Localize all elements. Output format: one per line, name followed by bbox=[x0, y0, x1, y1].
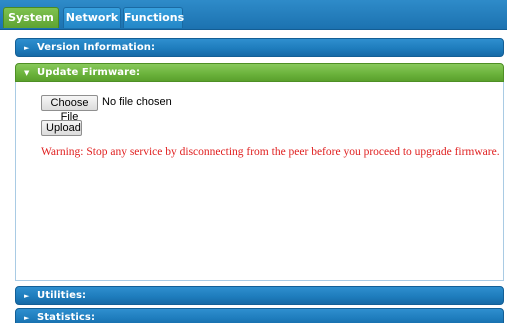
tab-network[interactable]: Network bbox=[63, 7, 121, 28]
section-update-firmware[interactable]: ▼ Update Firmware: bbox=[15, 63, 504, 82]
choose-file-button[interactable]: Choose File bbox=[41, 95, 98, 123]
section-version-title: Version Information: bbox=[37, 42, 156, 53]
upload-button[interactable]: Upload bbox=[41, 120, 82, 136]
section-statistics-title: Statistics: bbox=[37, 312, 96, 323]
app-window: System Network Functions ► Version Inform… bbox=[0, 0, 507, 323]
update-firmware-panel: Choose File No file chosen Upload Warnin… bbox=[15, 82, 504, 281]
file-status-text: No file chosen bbox=[102, 96, 172, 108]
chevron-right-icon: ► bbox=[24, 292, 30, 300]
section-utilities[interactable]: ► Utilities: bbox=[15, 286, 504, 305]
tab-system[interactable]: System bbox=[3, 7, 59, 28]
section-utilities-title: Utilities: bbox=[37, 290, 87, 301]
chevron-right-icon: ► bbox=[24, 314, 30, 322]
warning-message: Warning: Stop any service by disconnecti… bbox=[41, 146, 500, 158]
section-version-information[interactable]: ► Version Information: bbox=[15, 38, 504, 57]
tab-functions[interactable]: Functions bbox=[123, 7, 184, 28]
section-statistics[interactable]: ► Statistics: bbox=[15, 308, 504, 323]
chevron-right-icon: ► bbox=[24, 44, 30, 52]
chevron-down-icon: ▼ bbox=[24, 69, 30, 77]
section-firmware-title: Update Firmware: bbox=[37, 67, 141, 78]
top-tab-bar: System Network Functions bbox=[0, 0, 507, 30]
